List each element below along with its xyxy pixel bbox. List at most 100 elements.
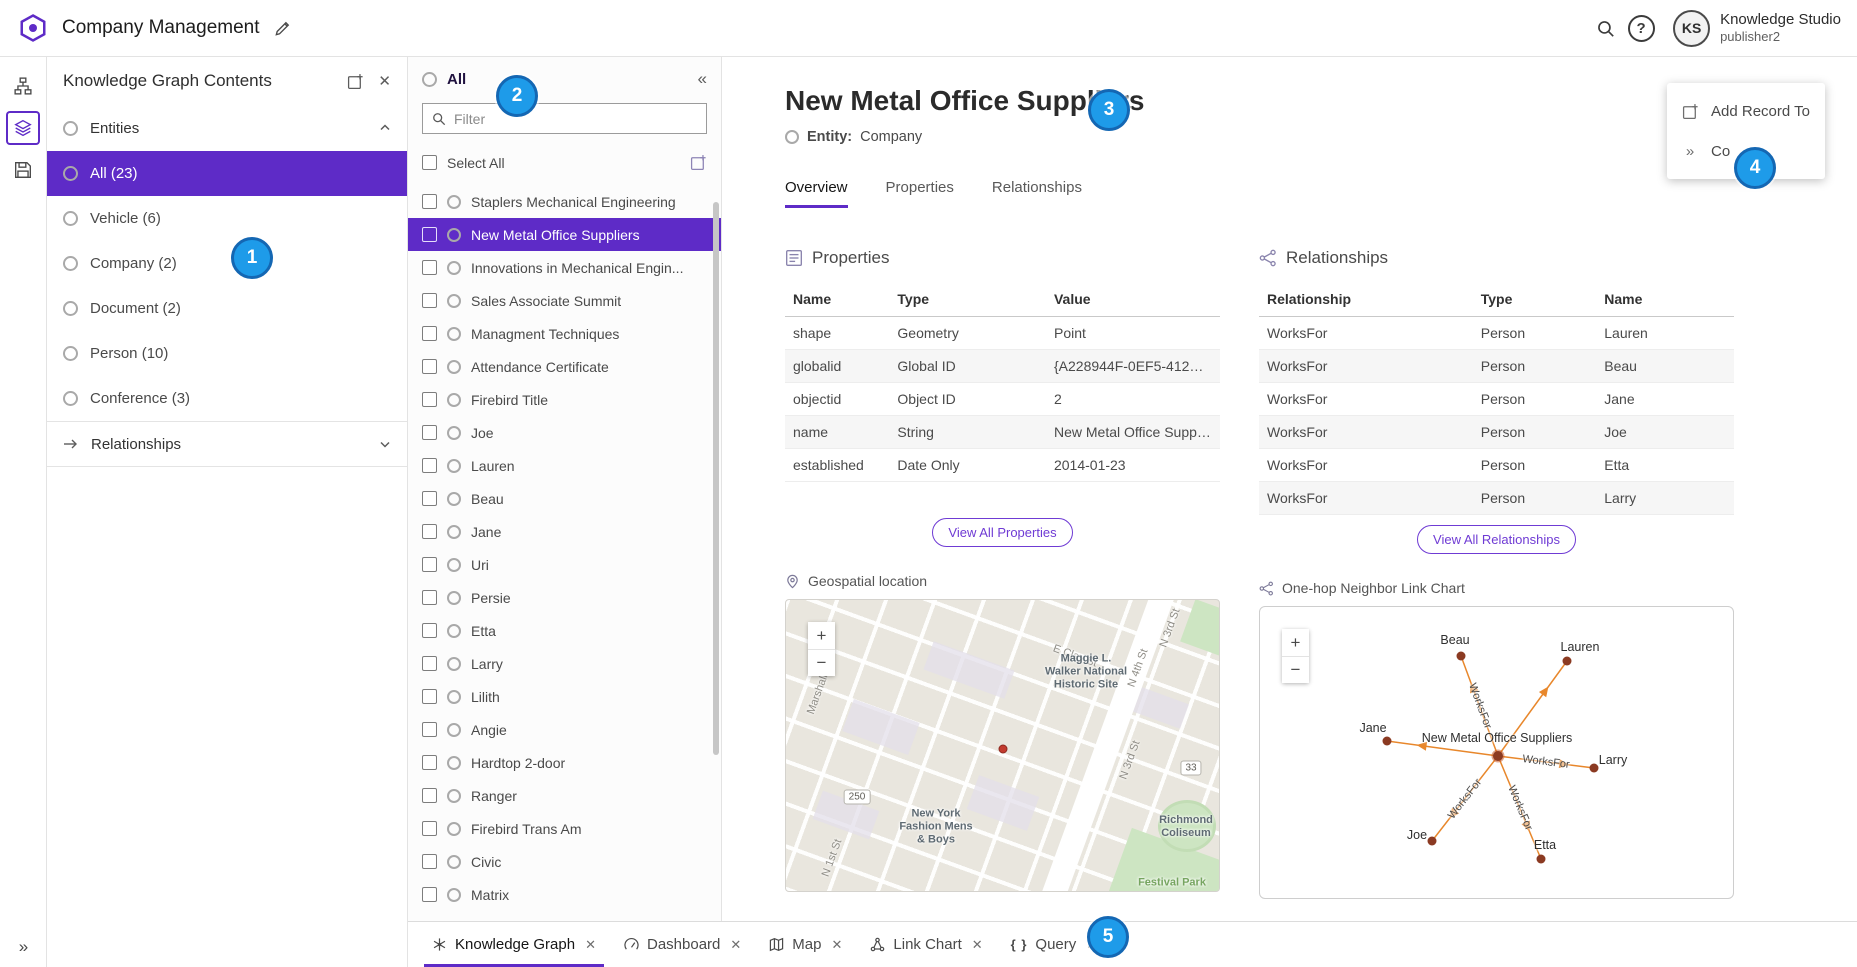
record-list-item[interactable]: Matrix (408, 878, 721, 911)
close-tab-icon[interactable]: ✕ (831, 937, 842, 953)
record-list-item[interactable]: Firebird Title (408, 383, 721, 416)
edit-title-icon[interactable] (274, 20, 291, 37)
record-checkbox[interactable] (422, 887, 437, 902)
record-checkbox[interactable] (422, 194, 437, 209)
close-tab-icon[interactable]: ✕ (972, 937, 983, 953)
table-cell[interactable]: Larry (1596, 482, 1734, 515)
record-checkbox[interactable] (422, 392, 437, 407)
record-list-item[interactable]: Beau (408, 482, 721, 515)
link-chart-node[interactable] (1428, 837, 1437, 846)
zoom-in-button[interactable]: + (1282, 629, 1309, 656)
record-list-item[interactable]: Lilith (408, 680, 721, 713)
record-list-item[interactable]: Uri (408, 548, 721, 581)
search-icon[interactable] (1587, 10, 1623, 46)
view-tab-map[interactable]: Map✕ (755, 922, 856, 967)
record-checkbox[interactable] (422, 326, 437, 341)
table-cell[interactable]: Beau (1596, 350, 1734, 383)
link-chart-canvas[interactable]: + − New Metal Office SuppliersBeauWorksF… (1259, 606, 1734, 899)
record-list-item[interactable]: Ranger (408, 779, 721, 812)
entity-type-item[interactable]: All (23) (47, 151, 407, 196)
link-chart-node[interactable] (1383, 737, 1392, 746)
record-list-item[interactable]: Etta (408, 614, 721, 647)
record-checkbox[interactable] (422, 623, 437, 638)
record-checkbox[interactable] (422, 689, 437, 704)
app-logo-icon[interactable] (16, 11, 50, 45)
collapse-panel-icon[interactable]: « (698, 69, 707, 89)
table-cell[interactable]: WorksFor (1259, 317, 1473, 350)
zoom-out-button[interactable]: − (1282, 656, 1309, 683)
record-list-item[interactable]: Innovations in Mechanical Engin... (408, 251, 721, 284)
record-list-item[interactable]: Angie (408, 713, 721, 746)
add-record-icon[interactable] (690, 154, 707, 171)
table-cell[interactable]: WorksFor (1259, 350, 1473, 383)
record-checkbox[interactable] (422, 590, 437, 605)
record-list-item[interactable]: Lauren (408, 449, 721, 482)
entity-type-item[interactable]: Company (2) (47, 241, 407, 286)
record-checkbox[interactable] (422, 788, 437, 803)
record-list-item[interactable]: Persie (408, 581, 721, 614)
record-checkbox[interactable] (422, 854, 437, 869)
record-checkbox[interactable] (422, 425, 437, 440)
entities-section-header[interactable]: Entities (47, 105, 407, 151)
record-checkbox[interactable] (422, 359, 437, 374)
record-list-item[interactable]: Attendance Certificate (408, 350, 721, 383)
link-chart-center-node[interactable] (1493, 751, 1503, 761)
table-cell[interactable]: WorksFor (1259, 383, 1473, 416)
close-tab-icon[interactable]: ✕ (585, 937, 596, 953)
scrollbar[interactable] (713, 202, 719, 755)
record-checkbox[interactable] (422, 821, 437, 836)
zoom-in-button[interactable]: + (808, 622, 835, 649)
menu-item-add-record-to[interactable]: Add Record To (1667, 91, 1825, 131)
record-list-item[interactable]: Joe (408, 416, 721, 449)
record-checkbox[interactable] (422, 755, 437, 770)
record-checkbox[interactable] (422, 722, 437, 737)
table-cell[interactable]: WorksFor (1259, 416, 1473, 449)
relationships-section-header[interactable]: Relationships (47, 421, 407, 467)
link-chart-node[interactable] (1590, 764, 1599, 773)
entity-type-item[interactable]: Conference (3) (47, 376, 407, 421)
table-cell[interactable]: WorksFor (1259, 449, 1473, 482)
record-tab-relationships[interactable]: Relationships (992, 179, 1082, 208)
entity-type-item[interactable]: Vehicle (6) (47, 196, 407, 241)
help-icon[interactable]: ? (1623, 10, 1659, 46)
record-list-item[interactable]: Larry (408, 647, 721, 680)
entity-type-item[interactable]: Person (10) (47, 331, 407, 376)
record-list-item[interactable]: Hardtop 2-door (408, 746, 721, 779)
select-all-row[interactable]: Select All (408, 146, 721, 179)
record-list-item[interactable]: Staplers Mechanical Engineering (408, 185, 721, 218)
record-tab-overview[interactable]: Overview (785, 179, 848, 208)
view-tab-link-chart[interactable]: Link Chart✕ (856, 922, 996, 967)
table-cell[interactable]: Joe (1596, 416, 1734, 449)
record-checkbox[interactable] (422, 260, 437, 275)
filter-input[interactable] (454, 111, 697, 127)
save-icon[interactable] (6, 153, 40, 187)
record-tab-properties[interactable]: Properties (886, 179, 954, 208)
table-cell[interactable]: Etta (1596, 449, 1734, 482)
link-chart-node[interactable] (1537, 855, 1546, 864)
record-checkbox[interactable] (422, 491, 437, 506)
link-chart-node[interactable] (1563, 657, 1572, 666)
table-cell[interactable]: WorksFor (1259, 482, 1473, 515)
record-list-item[interactable]: Civic (408, 845, 721, 878)
link-chart-node[interactable] (1457, 652, 1466, 661)
view-tab-dashboard[interactable]: Dashboard✕ (610, 922, 755, 967)
record-checkbox[interactable] (422, 293, 437, 308)
record-checkbox[interactable] (422, 524, 437, 539)
record-checkbox[interactable] (422, 227, 437, 242)
record-checkbox[interactable] (422, 656, 437, 671)
record-list-item[interactable]: New Metal Office Suppliers (408, 218, 721, 251)
layers-icon[interactable] (6, 111, 40, 145)
view-tab-knowledge-graph[interactable]: Knowledge Graph✕ (418, 922, 610, 967)
view-all-properties-button[interactable]: View All Properties (932, 518, 1072, 547)
add-record-icon[interactable] (347, 73, 364, 90)
map-canvas[interactable]: + − N 3rd StN 4th StE Clay StMarshall St… (785, 599, 1220, 892)
expand-rail-icon[interactable]: » (0, 937, 47, 957)
select-all-checkbox[interactable] (422, 155, 437, 170)
entity-type-item[interactable]: Document (2) (47, 286, 407, 331)
record-checkbox[interactable] (422, 557, 437, 572)
close-panel-icon[interactable]: ✕ (378, 72, 391, 90)
record-checkbox[interactable] (422, 458, 437, 473)
avatar[interactable]: KS (1673, 10, 1710, 47)
record-list-item[interactable]: Firebird Trans Am (408, 812, 721, 845)
close-tab-icon[interactable]: ✕ (730, 937, 741, 953)
